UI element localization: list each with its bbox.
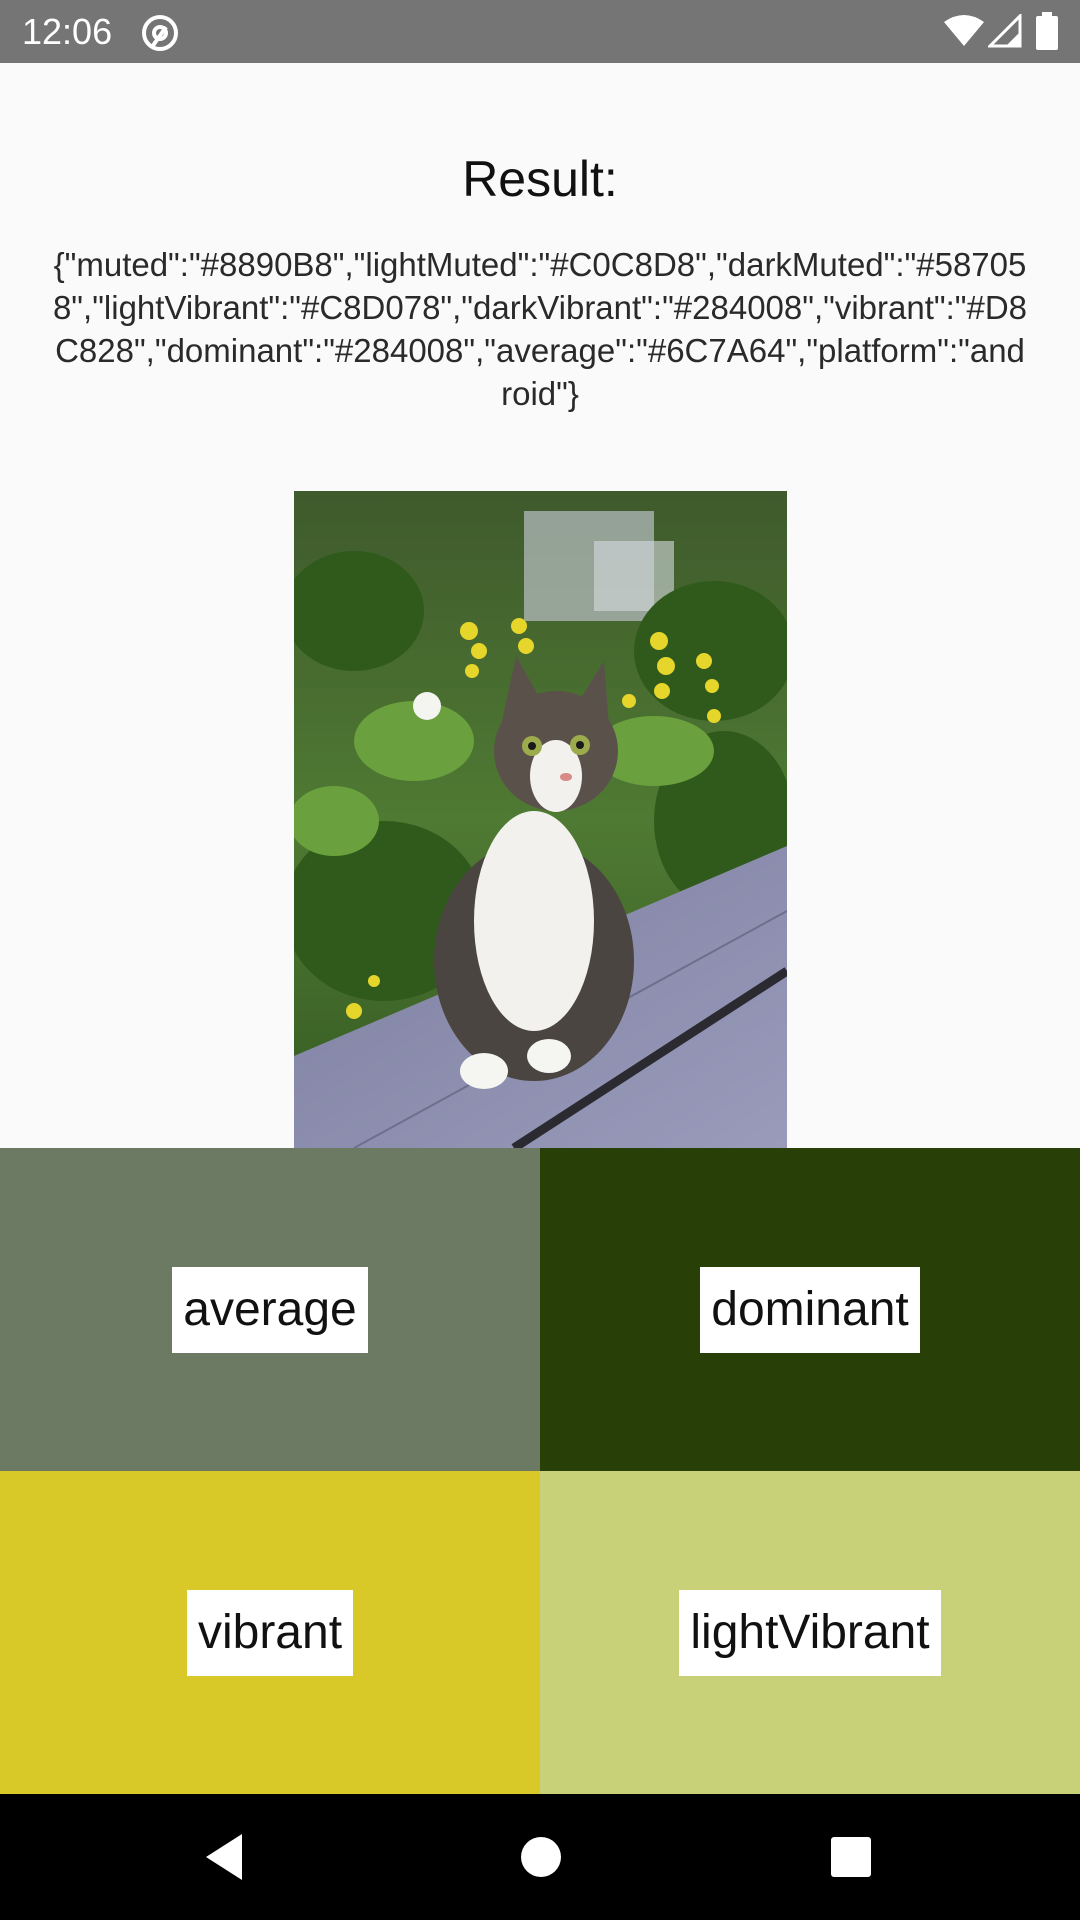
- home-icon[interactable]: [508, 1824, 574, 1890]
- result-screen: Result: {"muted":"#8890B8","lightMuted":…: [0, 63, 1080, 1148]
- swatch-label: lightVibrant: [679, 1589, 941, 1676]
- swatch-label: vibrant: [186, 1589, 354, 1676]
- status-bar: 12:06: [0, 0, 1080, 63]
- battery-icon: [1036, 12, 1058, 50]
- swatch-average: average: [0, 1148, 540, 1471]
- status-time: 12:06: [22, 11, 113, 52]
- swatch-label: dominant: [700, 1266, 920, 1353]
- swatch-lightvibrant: lightVibrant: [540, 1471, 1080, 1794]
- signal-icon: [988, 14, 1022, 48]
- swatch-dominant: dominant: [540, 1148, 1080, 1471]
- result-title: Result:: [462, 151, 618, 207]
- wifi-icon: [944, 15, 984, 46]
- swatch-label: average: [172, 1266, 368, 1353]
- cat-photo: [294, 491, 787, 1148]
- recents-icon[interactable]: [818, 1824, 884, 1890]
- result-json-text: {"muted":"#8890B8","lightMuted":"#C0C8D8…: [52, 246, 1028, 412]
- navigation-bar: [0, 1794, 1080, 1920]
- at-sign-icon: [142, 15, 178, 51]
- cat-photo-illustration: [294, 491, 787, 1148]
- back-icon[interactable]: [192, 1824, 258, 1890]
- swatch-vibrant: vibrant: [0, 1471, 540, 1794]
